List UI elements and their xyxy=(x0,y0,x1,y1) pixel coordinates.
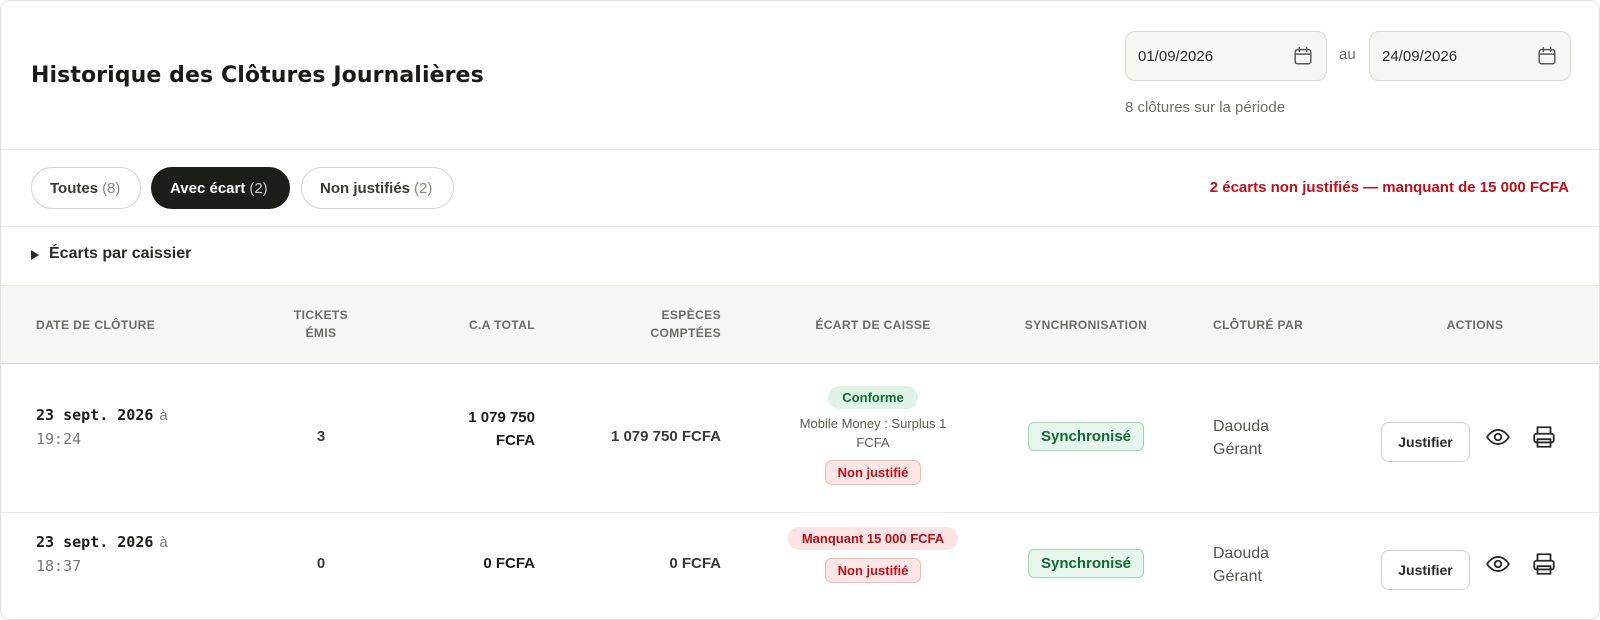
row-tickets: 0 xyxy=(316,555,326,572)
closer-name: Daouda xyxy=(1213,418,1270,435)
row-closer: Daouda Gérant xyxy=(1213,415,1269,461)
unjustified-alert: 2 écarts non justifiés — manquant de 15 … xyxy=(1209,179,1569,196)
col-gap: Écart de caisse xyxy=(815,318,931,332)
sync-badge: Synchronisé xyxy=(1027,422,1145,451)
date-from-field[interactable]: 01/09/2026 xyxy=(1125,31,1327,81)
period-count: 8 clôtures sur la période xyxy=(1125,99,1286,116)
gap-note-line2: FCFA xyxy=(856,435,890,450)
calendar-icon[interactable] xyxy=(1292,45,1314,67)
filter-with-gap-count: (2) xyxy=(249,179,268,197)
col-cash-line1: Espèces xyxy=(661,308,721,322)
table-row: 23 sept. 2026 à 18:37 0 0 FCFA 0 FCFA Man… xyxy=(1,513,1599,619)
date-from-value: 01/09/2026 xyxy=(1138,47,1214,65)
filter-all-label: Toutes xyxy=(50,179,99,197)
col-cash: Espèces comptées xyxy=(601,306,721,342)
row-gap-cell: Conforme Mobile Money : Surplus 1 FCFA N… xyxy=(773,386,973,485)
col-cash-line2: comptées xyxy=(650,326,721,340)
row-cash: 0 FCFA xyxy=(669,555,721,572)
row-time: 19:24 xyxy=(36,430,82,448)
filter-all-count: (8) xyxy=(102,179,121,197)
row-ca: 0 FCFA xyxy=(483,555,535,572)
eye-icon[interactable] xyxy=(1485,424,1511,450)
table-row: 23 sept. 2026 à 19:24 3 1 079 750 FCFA 1 … xyxy=(1,364,1599,513)
closer-role: Gérant xyxy=(1213,441,1262,458)
unjustified-badge: Non justifié xyxy=(824,558,922,583)
col-date: Date de clôture xyxy=(36,318,156,332)
missing-badge: Manquant 15 000 FCFA xyxy=(787,527,959,550)
row-date: 23 sept. 2026 xyxy=(36,533,154,551)
filter-unjustified-label: Non justifiés xyxy=(320,179,411,197)
col-ca: C.A Total xyxy=(468,318,535,332)
row-tickets: 3 xyxy=(316,428,326,445)
row-gap-cell: Manquant 15 000 FCFA Non justifié xyxy=(773,527,973,583)
closer-role: Gérant xyxy=(1213,568,1262,585)
unjustified-badge: Non justifié xyxy=(824,460,922,485)
col-sync: Synchronisation xyxy=(1024,318,1148,332)
gap-note: Mobile Money : Surplus 1 FCFA xyxy=(773,414,973,452)
filter-with-gap-pill[interactable]: Avec écart (2) xyxy=(151,167,290,209)
date-separator: au xyxy=(1339,46,1356,63)
justify-button[interactable]: Justifier xyxy=(1381,550,1470,590)
row-cash: 1 079 750 FCFA xyxy=(610,428,721,445)
row-time: 18:37 xyxy=(36,557,82,575)
row-sync-cell: Synchronisé xyxy=(1001,422,1171,451)
col-tickets-line1: Tickets xyxy=(293,308,349,322)
col-tickets: Tickets émis xyxy=(271,306,371,342)
row-date: 23 sept. 2026 xyxy=(36,406,154,424)
expander-label: Écarts par caissier xyxy=(49,245,192,262)
col-tickets-line2: émis xyxy=(305,326,337,340)
row-ca-currency: FCFA xyxy=(495,432,535,449)
row-date-cell: 23 sept. 2026 à 19:24 xyxy=(36,406,168,448)
row-ca: 1 079 750 FCFA xyxy=(421,406,535,452)
row-sync-cell: Synchronisé xyxy=(1001,549,1171,578)
gap-note-line1: Mobile Money : Surplus 1 xyxy=(799,416,947,431)
caret-right-icon xyxy=(31,250,39,260)
col-closed-by: Clôturé par xyxy=(1213,318,1304,332)
page-header: Historique des Clôtures Journalières 01/… xyxy=(1,1,1599,150)
row-ca-amount: 1 079 750 xyxy=(468,409,535,426)
filter-bar: Toutes (8) Avec écart (2) Non justifiés … xyxy=(1,150,1599,227)
date-to-field[interactable]: 24/09/2026 xyxy=(1369,31,1571,81)
status-badge: Conforme xyxy=(828,386,918,409)
filter-all-pill[interactable]: Toutes (8) xyxy=(31,167,141,209)
eye-icon[interactable] xyxy=(1485,551,1511,577)
filter-unjustified-count: (2) xyxy=(414,179,433,197)
filter-unjustified-pill[interactable]: Non justifiés (2) xyxy=(301,167,454,209)
printer-icon[interactable] xyxy=(1531,424,1557,450)
closer-name: Daouda xyxy=(1213,545,1270,562)
date-to-value: 24/09/2026 xyxy=(1382,47,1458,65)
closures-card: Historique des Clôtures Journalières 01/… xyxy=(0,0,1600,620)
cashier-gaps-expander[interactable]: Écarts par caissier xyxy=(1,227,1599,285)
page-title: Historique des Clôtures Journalières xyxy=(31,63,484,88)
calendar-icon[interactable] xyxy=(1536,45,1558,67)
printer-icon[interactable] xyxy=(1531,551,1557,577)
row-date-at: à xyxy=(159,407,168,424)
row-date-cell: 23 sept. 2026 à 18:37 xyxy=(36,533,168,575)
row-date-at: à xyxy=(159,534,168,551)
row-closer: Daouda Gérant xyxy=(1213,542,1269,588)
table-header: Date de clôture Tickets émis C.A Total E… xyxy=(1,285,1599,364)
col-actions: Actions xyxy=(1446,318,1504,332)
justify-button[interactable]: Justifier xyxy=(1381,422,1470,462)
filter-with-gap-label: Avec écart xyxy=(170,179,246,197)
sync-badge: Synchronisé xyxy=(1027,549,1145,578)
